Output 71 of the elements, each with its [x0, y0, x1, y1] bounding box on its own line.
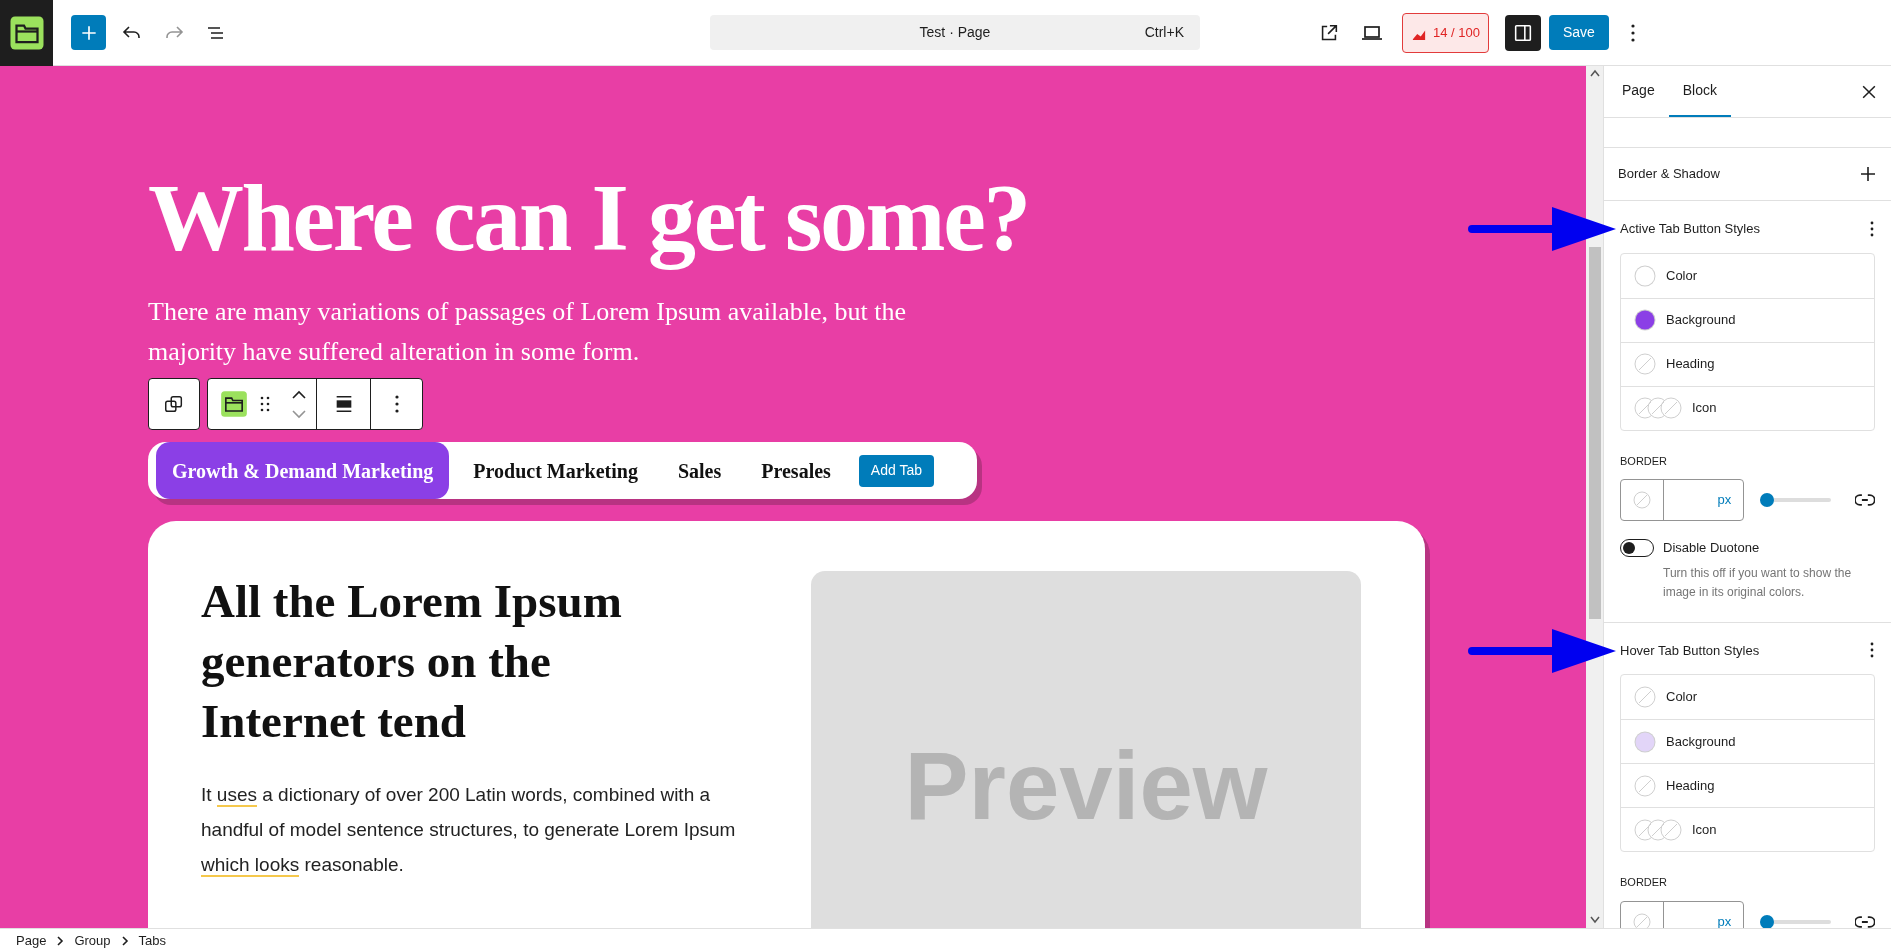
- empty-swatch-icon[interactable]: [1634, 686, 1656, 708]
- folder-icon: [8, 14, 45, 51]
- color-option-row[interactable]: Heading: [1621, 341, 1874, 386]
- toggle-switch[interactable]: [1620, 538, 1654, 557]
- field-label: BORDER: [1620, 875, 1669, 890]
- color-swatch[interactable]: [1634, 309, 1656, 331]
- card-paragraph: It uses a dictionary of over 200 Latin words, combined with a handful of model sentence structures, to generate Lorem Ipsum which looks reasonable.: [201, 783, 737, 879]
- scroll-up-icon[interactable]: [1589, 69, 1600, 77]
- section-title[interactable]: Border & Shadow: [1618, 164, 1859, 184]
- command-bar[interactable]: Test · Page Ctrl+K: [710, 15, 1200, 50]
- field-label: BORDER: [1620, 453, 1669, 469]
- help-text: Turn this off if you want to show the image in its original colors.: [1663, 564, 1853, 601]
- slider-track[interactable]: [1760, 914, 1832, 928]
- border-width-field[interactable]: px: [1620, 479, 1745, 521]
- breadcrumb-link[interactable]: Tabs: [138, 930, 166, 951]
- breadcrumb-link[interactable]: Group: [74, 930, 111, 951]
- color-option-row[interactable]: Background: [1621, 719, 1874, 763]
- sidebar-tab[interactable]: Block: [1668, 66, 1731, 117]
- sidebar-tab[interactable]: Page: [1608, 66, 1669, 117]
- color-swatch[interactable]: [1634, 264, 1656, 287]
- color-option-row[interactable]: Icon: [1621, 385, 1874, 430]
- scrollbar[interactable]: [1586, 66, 1603, 928]
- drag-handle-icon[interactable]: [258, 394, 272, 414]
- color-option-row[interactable]: Color: [1621, 253, 1874, 298]
- tab[interactable]: Presales: [745, 442, 847, 499]
- slider-track[interactable]: [1760, 493, 1832, 507]
- color-swatch[interactable]: [1634, 730, 1656, 753]
- copy-icon: [163, 393, 185, 415]
- more-options-icon[interactable]: [1869, 641, 1875, 660]
- add-tab-button[interactable]: Add Tab: [858, 454, 934, 487]
- more-options-icon[interactable]: [1869, 219, 1875, 238]
- intro-paragraph: There are many variations of passages of Lorem Ipsum available, but the majority have suffered alteration in some form.: [148, 296, 908, 368]
- color-option-row[interactable]: Heading: [1621, 763, 1874, 807]
- unit-label: px: [1717, 491, 1732, 510]
- empty-swatch-icon[interactable]: [1634, 353, 1656, 375]
- tab[interactable]: Sales: [661, 442, 738, 499]
- tab[interactable]: Product Marketing: [457, 442, 654, 499]
- shortcut-hint: Ctrl+K: [1144, 23, 1184, 42]
- breadcrumb-link[interactable]: Page: [16, 930, 47, 951]
- color-option-row[interactable]: Icon: [1621, 807, 1874, 851]
- site-logo-tile[interactable]: [0, 0, 53, 66]
- duplicate-block-button[interactable]: [148, 378, 200, 430]
- link-icon[interactable]: [1855, 493, 1875, 507]
- slider-thumb[interactable]: [1760, 493, 1775, 507]
- settings-panel-toggle[interactable]: [1505, 14, 1541, 51]
- plus-icon[interactable]: [1859, 165, 1877, 183]
- section-title[interactable]: Hover Tab Button Styles: [1620, 640, 1869, 660]
- empty-swatch-icon[interactable]: [1633, 912, 1651, 928]
- block-type-icon[interactable]: [220, 390, 248, 418]
- chevron-right-icon: [56, 935, 65, 946]
- add-block-button[interactable]: [71, 15, 106, 50]
- score-button[interactable]: 14 / 100: [1402, 12, 1489, 53]
- save-button[interactable]: Save: [1549, 15, 1609, 50]
- unit-label: px: [1717, 912, 1732, 928]
- empty-swatches-icon[interactable]: [1634, 397, 1682, 419]
- border-width-field[interactable]: px: [1620, 900, 1745, 928]
- empty-swatch-icon[interactable]: [1633, 491, 1651, 509]
- slider-thumb[interactable]: [1760, 914, 1775, 928]
- color-option-row[interactable]: Background: [1621, 297, 1874, 342]
- scrollbar-thumb[interactable]: [1588, 247, 1601, 619]
- section-title[interactable]: Active Tab Button Styles: [1620, 219, 1869, 239]
- color-option-row[interactable]: Color: [1621, 675, 1874, 719]
- empty-swatch-icon[interactable]: [1634, 774, 1656, 797]
- empty-swatches-icon[interactable]: [1634, 818, 1682, 841]
- chevron-right-icon: [120, 935, 129, 946]
- toggle-label: Disable Duotone: [1663, 539, 1760, 557]
- link-icon[interactable]: [1855, 914, 1875, 928]
- scroll-down-icon[interactable]: [1589, 916, 1600, 924]
- tab[interactable]: Growth & Demand Marketing: [156, 442, 450, 499]
- move-up-down-icon[interactable]: [290, 388, 308, 420]
- card-heading: All the Lorem Ipsum generators on the Internet tend: [201, 574, 623, 749]
